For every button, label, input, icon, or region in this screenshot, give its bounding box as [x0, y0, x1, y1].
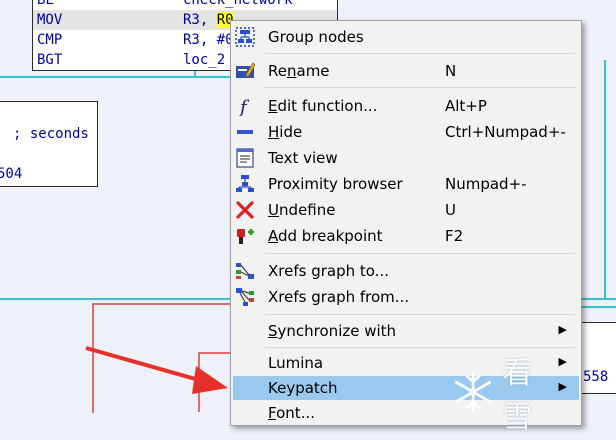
menu-separator	[265, 53, 575, 54]
code-block-left[interactable]: ; seconds 504	[0, 101, 98, 187]
menu-item-hide[interactable]: Hide Ctrl+Numpad+-	[233, 120, 579, 144]
menu-item-xrefs-graph-from[interactable]: Xrefs graph from...	[233, 285, 579, 309]
mnemonic-letter: S	[268, 322, 278, 340]
code-line[interactable]: BL check_network	[33, 0, 337, 10]
graph-edge-false	[92, 303, 94, 413]
operand: R3, #0	[183, 32, 234, 48]
snowflake-icon	[455, 371, 492, 413]
mnemonic-letter: n	[286, 62, 297, 80]
svg-text:f: f	[238, 97, 250, 116]
menu-item-label: Hide	[268, 123, 302, 141]
label-text: ont...	[276, 404, 315, 422]
menu-item-label: Synchronize with	[268, 322, 396, 340]
menu-item-rename[interactable]: Rename N	[233, 59, 579, 83]
graph-edge-false	[198, 352, 200, 412]
text-view-icon	[235, 148, 255, 168]
label-text: ndefine	[278, 201, 336, 219]
menu-item-label: Edit function...	[268, 97, 377, 115]
rename-icon	[235, 61, 255, 81]
xrefs-from-icon	[235, 287, 255, 307]
graph-edge	[604, 60, 606, 300]
menu-item-label: Keypatch	[268, 379, 338, 397]
operand: R3, R0	[183, 10, 234, 30]
watermark-text: 看雪	[502, 356, 533, 435]
mnemonic-letter: H	[268, 123, 280, 141]
menu-item-label: Add breakpoint	[268, 227, 383, 245]
proximity-browser-icon	[235, 174, 255, 194]
menu-separator	[265, 87, 575, 88]
operand-text: R3,	[183, 12, 217, 28]
menu-item-shortcut: U	[445, 201, 456, 219]
menu-item-label: Group nodes	[268, 28, 364, 46]
graph-edge-false	[198, 352, 232, 354]
mnemonic: MOV	[37, 12, 63, 28]
menu-item-group-nodes[interactable]: Group nodes	[233, 25, 579, 49]
menu-separator	[265, 314, 575, 315]
menu-item-label: Lumina	[268, 354, 324, 372]
menu-item-proximity-browser[interactable]: Proximity browser Numpad+-	[233, 172, 579, 196]
label-text: ide	[279, 123, 303, 141]
label-text: Re	[268, 62, 287, 80]
graph-edge-false	[92, 303, 232, 305]
label-text: ynchronize with	[277, 322, 397, 340]
menu-item-undefine[interactable]: Undefine U	[233, 198, 579, 222]
mnemonic-letter: A	[268, 227, 278, 245]
mnemonic-letter: F	[268, 404, 277, 422]
watermark: 看雪	[450, 356, 560, 435]
breakpoint-icon	[235, 226, 255, 246]
operand: check_network	[183, 0, 293, 8]
code-value: 504	[0, 166, 23, 182]
code-line[interactable]: ; seconds	[0, 124, 97, 144]
menu-item-text-view[interactable]: Text view	[233, 146, 579, 170]
menu-item-label: Xrefs graph to...	[268, 262, 389, 280]
operand: loc_2	[183, 52, 226, 68]
menu-item-edit-function[interactable]: f Edit function... Alt+P	[233, 94, 579, 118]
code-comment: ; seconds	[13, 126, 89, 142]
menu-item-label: Text view	[268, 149, 338, 167]
menu-item-label: Rename	[268, 62, 330, 80]
code-block-right[interactable]: 558	[578, 322, 616, 394]
label-text: dit function...	[277, 97, 378, 115]
hide-icon	[235, 122, 255, 142]
menu-separator	[265, 253, 575, 254]
menu-item-xrefs-graph-to[interactable]: Xrefs graph to...	[233, 259, 579, 283]
graph-edge	[580, 306, 616, 308]
mnemonic: BL	[37, 0, 54, 8]
menu-item-shortcut: Numpad+-	[445, 175, 527, 193]
xrefs-to-icon	[235, 261, 255, 281]
menu-item-label: Font...	[268, 404, 315, 422]
code-line[interactable]: 504	[0, 164, 97, 184]
menu-item-label: Xrefs graph from...	[268, 288, 410, 306]
menu-item-shortcut: F2	[445, 227, 464, 245]
menu-item-shortcut: N	[445, 62, 457, 80]
menu-item-synchronize-with[interactable]: Synchronize with ▶	[233, 319, 579, 343]
label-text: dd breakpoint	[278, 227, 383, 245]
mnemonic: BGT	[37, 52, 63, 68]
submenu-arrow-icon: ▶	[558, 323, 567, 336]
code-value: 558	[583, 369, 609, 385]
menu-item-shortcut: Ctrl+Numpad+-	[445, 123, 566, 141]
function-icon: f	[235, 96, 255, 116]
code-line[interactable]: 558	[579, 367, 616, 387]
label-text: ame	[296, 62, 330, 80]
menu-item-shortcut: Alt+P	[445, 97, 487, 115]
undefine-icon	[235, 200, 255, 220]
menu-item-add-breakpoint[interactable]: Add breakpoint F2	[233, 224, 579, 248]
menu-item-label: Proximity browser	[268, 175, 403, 193]
menu-item-label: Undefine	[268, 201, 335, 219]
group-nodes-icon	[235, 27, 255, 47]
mnemonic: CMP	[37, 32, 63, 48]
mnemonic-letter: U	[268, 201, 279, 219]
